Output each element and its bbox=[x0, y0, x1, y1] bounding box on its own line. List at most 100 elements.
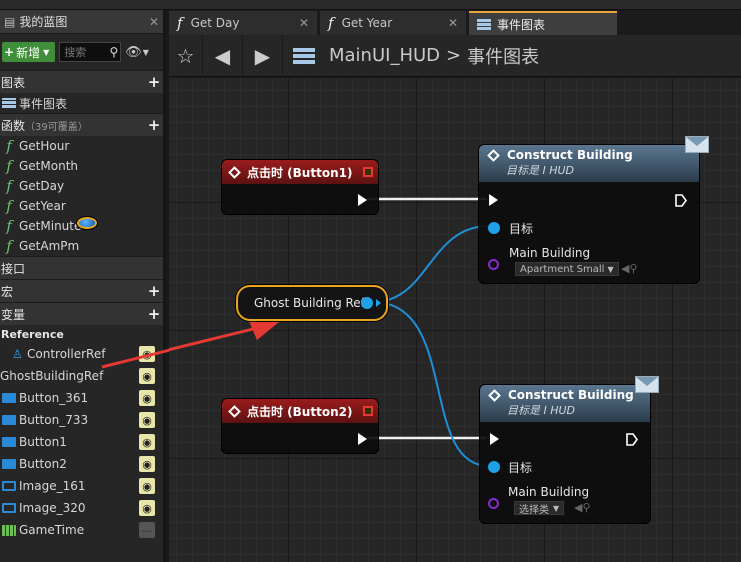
variable-item[interactable]: ♙ ControllerRef ◉ bbox=[0, 343, 163, 365]
chevron-down-icon: ▼ bbox=[607, 264, 614, 274]
add-macro-button[interactable]: + bbox=[145, 282, 163, 300]
close-icon[interactable]: ✕ bbox=[145, 15, 163, 29]
function-item[interactable]: f GetDay bbox=[0, 176, 163, 196]
main-building-select[interactable]: 选择类 ▼ bbox=[514, 501, 565, 516]
section-interfaces[interactable]: 接口 bbox=[0, 256, 163, 279]
tab-get-year[interactable]: f Get Year ✕ bbox=[320, 11, 466, 35]
exec-in-pin[interactable] bbox=[490, 433, 499, 445]
function-item[interactable]: f GetAmPm bbox=[0, 236, 163, 256]
image-icon bbox=[2, 481, 16, 491]
grid-icon bbox=[2, 524, 16, 536]
construct-building-node[interactable]: Construct Building 目标是 I HUD 目标 Main Bui… bbox=[479, 384, 651, 524]
class-pin[interactable] bbox=[488, 259, 499, 270]
chevron-down-icon: ▼ bbox=[43, 47, 50, 57]
close-icon[interactable]: ✕ bbox=[448, 16, 458, 30]
function-item[interactable]: f GetMonth bbox=[0, 156, 163, 176]
eye-icon[interactable]: ◉ bbox=[139, 456, 155, 472]
function-icon: f bbox=[328, 14, 334, 32]
breadcrumb-current[interactable]: 事件图表 bbox=[467, 43, 539, 69]
tab-event-graph[interactable]: 事件图表 bbox=[469, 11, 617, 35]
chevron-down-icon: ▼ bbox=[142, 47, 149, 57]
add-variable-button[interactable]: + bbox=[145, 305, 163, 323]
add-graph-button[interactable]: + bbox=[145, 73, 163, 91]
variable-item[interactable]: GameTime — bbox=[0, 519, 163, 541]
graph-item-event-graph[interactable]: 事件图表 bbox=[0, 93, 163, 113]
my-blueprint-tab[interactable]: ▤ 我的蓝图 ✕ bbox=[0, 10, 163, 34]
widget-icon bbox=[2, 415, 16, 425]
variable-item[interactable]: Button_361 ◉ bbox=[0, 387, 163, 409]
event-icon bbox=[228, 404, 241, 418]
event-node-button1[interactable]: 点击时 (Button1) bbox=[221, 159, 379, 215]
back-button[interactable]: ◀ bbox=[203, 34, 243, 77]
main-building-pin-label: Main Building bbox=[509, 246, 591, 260]
section-interfaces-label: 接口 bbox=[1, 261, 26, 276]
exec-out-pin[interactable] bbox=[675, 194, 687, 207]
event-node-title: 点击时 (Button2) bbox=[247, 404, 353, 419]
tab-label: Get Day bbox=[190, 16, 240, 30]
exec-in-pin[interactable] bbox=[489, 194, 498, 206]
delegate-pin[interactable] bbox=[363, 167, 373, 177]
graph-navbar: ☆ ◀ ▶ MainUI_HUD > 事件图表 bbox=[169, 34, 741, 77]
add-function-button[interactable]: + bbox=[145, 116, 163, 134]
eye-icon[interactable]: ◉ bbox=[139, 500, 155, 516]
document-tabs: f Get Day ✕ f Get Year ✕ 事件图表 bbox=[169, 10, 741, 35]
section-macros[interactable]: 宏 + bbox=[0, 279, 163, 302]
section-functions[interactable]: 函数（39可覆盖） + bbox=[0, 113, 163, 136]
section-variables[interactable]: 变量 + bbox=[0, 302, 163, 325]
ghost-ref-output-arrow bbox=[376, 299, 381, 307]
function-call-icon bbox=[487, 148, 500, 162]
eye-icon[interactable]: ◉ bbox=[139, 390, 155, 406]
exec-out-pin[interactable] bbox=[626, 433, 638, 446]
variable-item[interactable]: Image_161 ◉ bbox=[0, 475, 163, 497]
event-icon bbox=[228, 165, 241, 179]
event-graph-icon bbox=[2, 98, 16, 108]
class-pin[interactable] bbox=[488, 498, 499, 509]
function-item[interactable]: f GetHour bbox=[0, 136, 163, 156]
target-pin[interactable] bbox=[488, 461, 500, 473]
exec-out-pin[interactable] bbox=[358, 194, 367, 206]
search-input[interactable]: 搜索 ⚲ bbox=[59, 42, 122, 62]
function-item[interactable]: f GetYear bbox=[0, 196, 163, 216]
target-pin[interactable] bbox=[488, 222, 500, 234]
forward-button[interactable]: ▶ bbox=[243, 34, 283, 77]
add-new-button[interactable]: + 新增 ▼ bbox=[2, 42, 56, 62]
variable-item[interactable]: Button_733 ◉ bbox=[0, 409, 163, 431]
variable-label: GhostBuildingRef bbox=[0, 369, 104, 383]
variable-category-reference[interactable]: Reference bbox=[0, 325, 163, 343]
eye-icon[interactable]: ◉ bbox=[139, 478, 155, 494]
eye-icon[interactable]: ◉ bbox=[139, 368, 155, 384]
browse-icons[interactable]: ◀⚲ bbox=[621, 262, 638, 275]
function-node-target: 目标是 I HUD bbox=[506, 164, 575, 177]
section-graphs[interactable]: 图表 + bbox=[0, 70, 163, 93]
exec-out-pin[interactable] bbox=[358, 433, 367, 445]
graph-canvas[interactable]: 点击时 (Button1) 点击时 (Button2) Construct Bu… bbox=[169, 78, 741, 562]
breadcrumb-root[interactable]: MainUI_HUD bbox=[329, 45, 440, 66]
variable-item[interactable]: Button1 ◉ bbox=[0, 431, 163, 453]
eye-icon[interactable]: ◉ bbox=[139, 434, 155, 450]
function-icon: f bbox=[6, 217, 12, 235]
function-label: GetAmPm bbox=[19, 239, 80, 253]
variable-item[interactable]: Image_320 ◉ bbox=[0, 497, 163, 519]
function-label: GetDay bbox=[19, 179, 65, 193]
variable-item[interactable]: Button2 ◉ bbox=[0, 453, 163, 475]
event-node-header: 点击时 (Button2) bbox=[222, 399, 378, 423]
eye-icon[interactable]: ◉ bbox=[139, 346, 155, 362]
variable-label: Image_320 bbox=[19, 501, 86, 515]
plus-icon: + bbox=[4, 45, 15, 59]
variable-item[interactable]: GhostBuildingRef ◉ bbox=[0, 217, 163, 387]
object-wire bbox=[372, 301, 490, 467]
window-top-strip bbox=[0, 0, 741, 10]
tab-get-day[interactable]: f Get Day ✕ bbox=[169, 11, 317, 35]
favorite-button[interactable]: ☆ bbox=[169, 34, 203, 77]
ghost-building-ref-node[interactable]: Ghost Building Ref bbox=[236, 285, 388, 321]
view-options-button[interactable]: 👁 ▼ bbox=[125, 45, 149, 60]
construct-building-node[interactable]: Construct Building 目标是 I HUD 目标 Main Bui… bbox=[478, 144, 700, 284]
event-node-button2[interactable]: 点击时 (Button2) bbox=[221, 398, 379, 454]
eye-closed-icon[interactable]: — bbox=[139, 522, 155, 538]
close-icon[interactable]: ✕ bbox=[299, 16, 309, 30]
eye-icon[interactable]: ◉ bbox=[139, 412, 155, 428]
delegate-pin[interactable] bbox=[363, 406, 373, 416]
main-building-select[interactable]: Apartment Small ▼ bbox=[515, 262, 619, 276]
ghost-ref-output-pin[interactable] bbox=[361, 297, 373, 309]
browse-icons[interactable]: ◀⚲ bbox=[574, 501, 591, 514]
